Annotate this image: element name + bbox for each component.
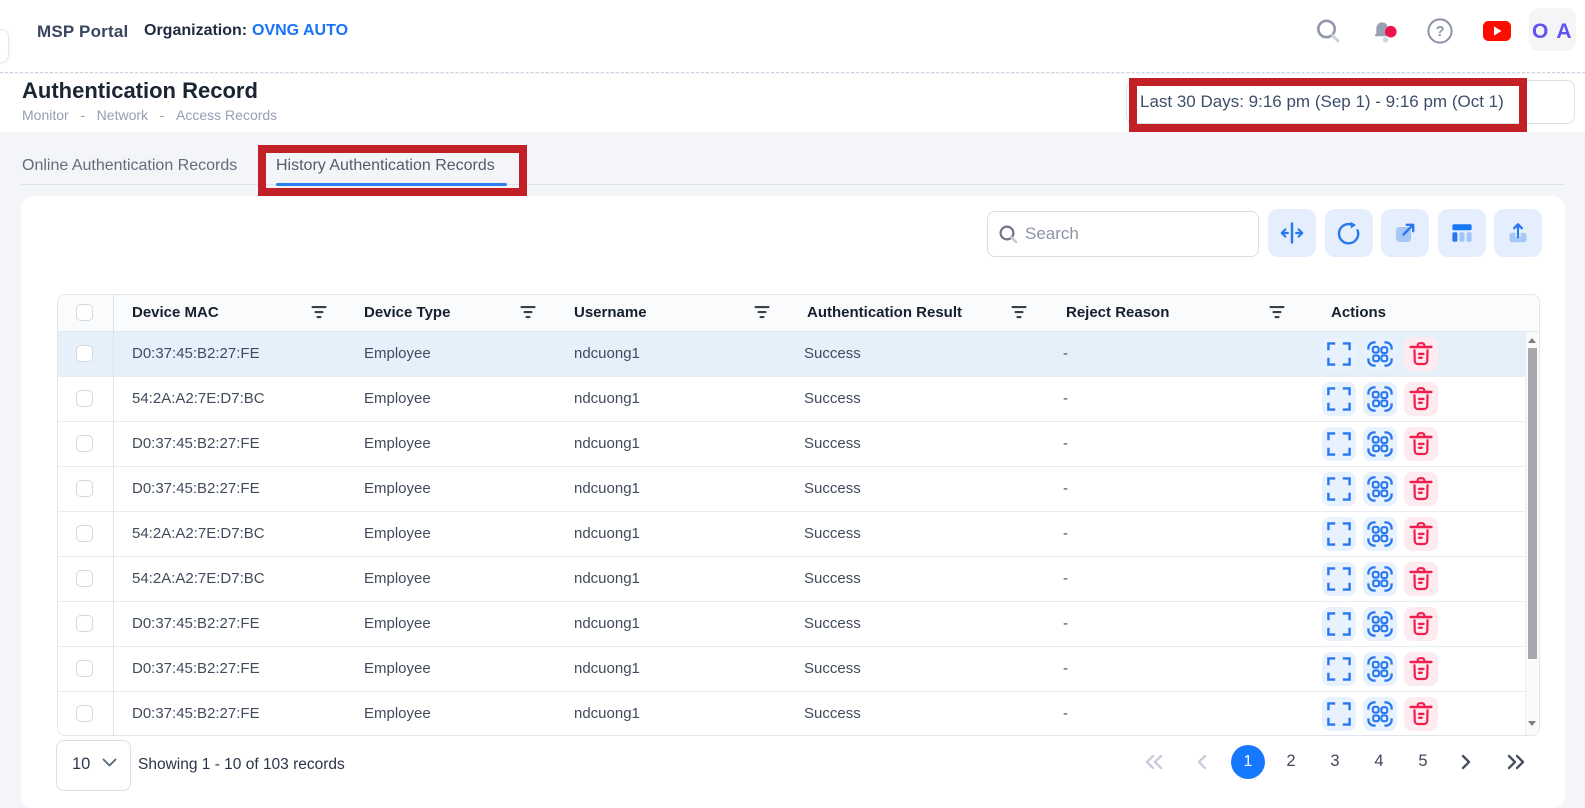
svg-text:?: ? (1436, 24, 1445, 40)
